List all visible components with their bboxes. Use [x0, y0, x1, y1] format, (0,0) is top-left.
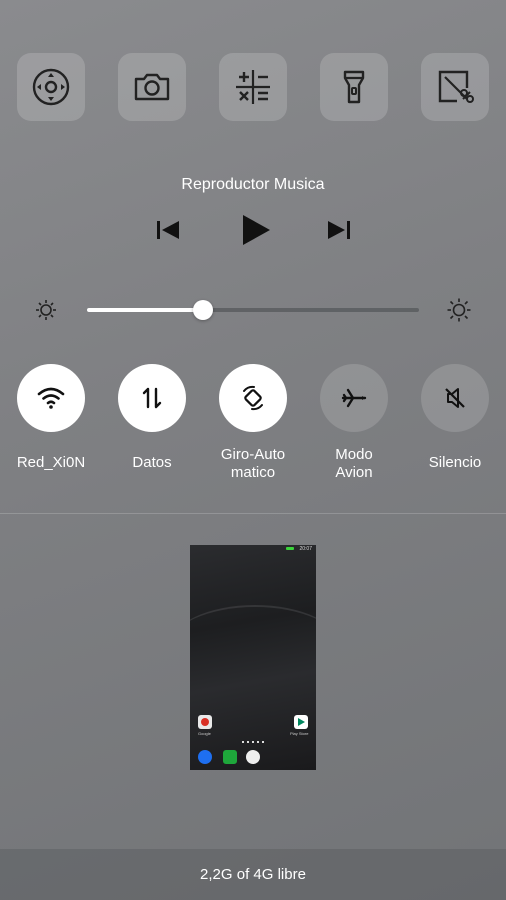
wifi-icon — [37, 387, 65, 409]
screenshot-button[interactable] — [421, 53, 489, 121]
remote-control-button[interactable] — [17, 53, 85, 121]
flashlight-button[interactable] — [320, 53, 388, 121]
mini-battery-icon — [286, 547, 294, 550]
auto-rotate-icon — [243, 385, 263, 411]
next-track-button[interactable] — [317, 208, 361, 252]
calculator-icon — [236, 70, 270, 104]
skip-next-icon — [328, 221, 350, 239]
toggle-airplane-mode[interactable]: Modo Avion — [304, 364, 404, 482]
mini-status-bar: 20:07 — [190, 545, 316, 553]
toggle-auto-rotate-button[interactable] — [219, 364, 287, 432]
toggle-wifi-button[interactable] — [17, 364, 85, 432]
toggle-auto-rotate[interactable]: Giro-Auto matico — [203, 364, 303, 482]
toggle-label: Modo Avion — [335, 446, 373, 481]
brightness-slider-thumb[interactable] — [193, 300, 213, 320]
brightness-slider-fill — [87, 308, 203, 312]
mini-wallpaper-curve — [190, 605, 316, 687]
quick-toggles: Red_Xi0N Datos Giro-Auto matico Modo Avi… — [0, 364, 506, 494]
shortcut-row — [0, 53, 506, 121]
skip-previous-icon — [157, 221, 179, 239]
toggle-airplane-mode-button[interactable] — [320, 364, 388, 432]
previous-track-button[interactable] — [146, 208, 190, 252]
mini-messages-icon — [223, 750, 237, 764]
mini-google-app-icon — [198, 715, 212, 729]
toggle-label: Datos — [132, 454, 172, 471]
camera-icon — [134, 73, 170, 101]
screenshot-cut-icon — [438, 70, 474, 103]
toggle-mobile-data[interactable]: Datos — [102, 364, 202, 472]
brightness-high-icon — [447, 298, 471, 322]
mini-app-label: Play Store — [290, 731, 309, 736]
memory-status-bar[interactable]: 2,2G of 4G libre — [0, 849, 506, 900]
brightness-control — [0, 294, 506, 326]
control-center: Reproductor Musica Red_Xi0N Datos Giro-A… — [0, 0, 506, 900]
toggle-label: Silencio — [428, 454, 482, 471]
toggle-mobile-data-button[interactable] — [118, 364, 186, 432]
brightness-low-icon — [36, 300, 56, 320]
brightness-slider[interactable] — [87, 308, 419, 312]
toggle-silent-button[interactable] — [421, 364, 489, 432]
music-player-title: Reproductor Musica — [181, 176, 325, 193]
toggle-label: Red_Xi0N — [16, 454, 86, 471]
divider — [0, 513, 506, 514]
mobile-data-icon — [142, 387, 162, 409]
toggle-wifi[interactable]: Red_Xi0N — [1, 364, 101, 472]
mute-icon — [445, 388, 465, 408]
play-button[interactable] — [233, 208, 277, 252]
recent-app-thumbnail[interactable]: 20:07 Google Play Store — [190, 545, 316, 770]
airplane-icon — [341, 388, 367, 408]
remote-control-icon — [32, 68, 70, 106]
memory-free-text: 2,2G of 4G libre — [200, 866, 306, 883]
toggle-silent[interactable]: Silencio — [405, 364, 505, 472]
calculator-button[interactable] — [219, 53, 287, 121]
camera-button[interactable] — [118, 53, 186, 121]
play-icon — [243, 215, 270, 245]
mini-status-time: 20:07 — [299, 546, 312, 552]
mini-phone-icon — [198, 750, 212, 764]
mini-apps-drawer-icon — [246, 750, 260, 764]
toggle-label: Giro-Auto matico — [220, 446, 286, 481]
mini-play-store-icon — [294, 715, 308, 729]
mini-app-label: Google — [198, 731, 211, 736]
flashlight-icon — [343, 70, 365, 104]
mini-page-indicator — [242, 741, 264, 743]
media-controls — [0, 208, 506, 252]
